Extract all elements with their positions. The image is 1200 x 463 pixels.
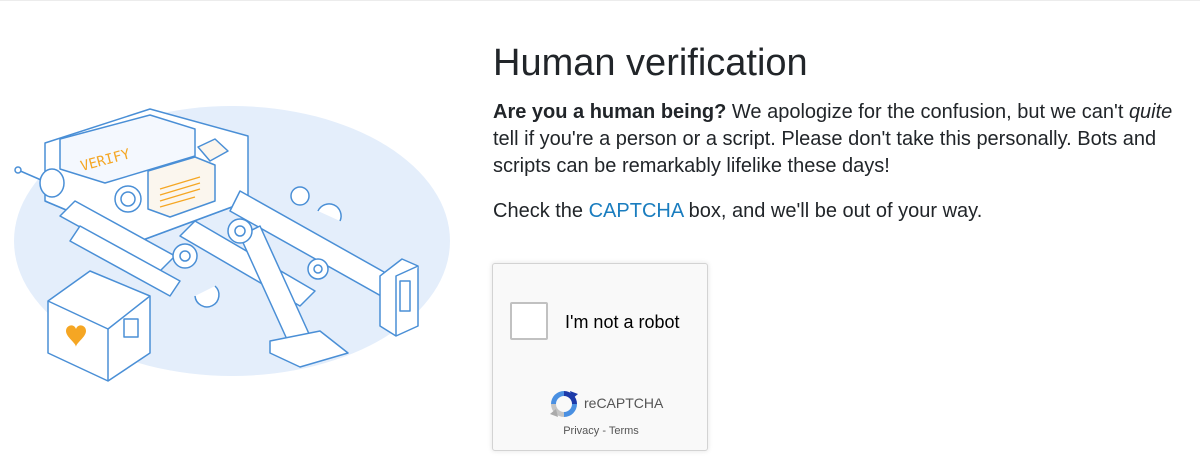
verification-page: VERIFY Human verification Are you a huma…	[0, 0, 1200, 463]
robot-verification-illustration: VERIFY	[14, 106, 450, 382]
intro-text-start: We apologize for the confusion, but we c…	[726, 101, 1129, 123]
instruction-after: box, and we'll be out of your way.	[683, 200, 983, 222]
captcha-link[interactable]: CAPTCHA	[589, 200, 683, 222]
recaptcha-logo-icon	[550, 391, 578, 417]
link-separator: -	[599, 425, 609, 437]
recaptcha-brand-text: reCAPTCHA	[584, 395, 664, 411]
recaptcha-widget: I'm not a robot reCAPTCHA Privacy - Term…	[492, 263, 708, 451]
instruction-before: Check the	[493, 200, 589, 222]
intro-text-end: tell if you're a person or a script. Ple…	[493, 128, 1157, 177]
intro-italic: quite	[1128, 101, 1173, 123]
intro-paragraph: Are you a human being? We apologize for …	[493, 99, 1193, 180]
captcha-footer-links: Privacy - Terms	[493, 425, 709, 437]
main-content: Human verification Are you a human being…	[493, 39, 1193, 225]
intro-question: Are you a human being?	[493, 101, 727, 123]
page-title: Human verification	[493, 42, 808, 84]
privacy-link[interactable]: Privacy	[563, 425, 599, 437]
captcha-label: I'm not a robot	[565, 312, 680, 332]
not-a-robot-checkbox[interactable]	[510, 302, 548, 340]
instruction-paragraph: Check the CAPTCHA box, and we'll be out …	[493, 198, 1193, 225]
terms-link[interactable]: Terms	[609, 425, 639, 437]
